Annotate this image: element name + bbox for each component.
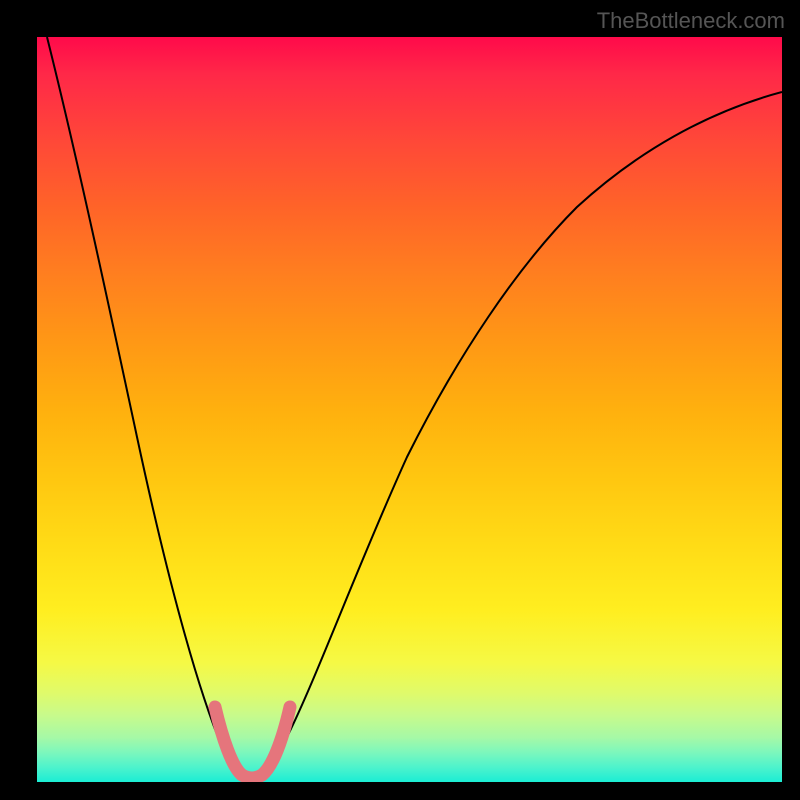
bottleneck-curve [47, 37, 782, 779]
chart-area [37, 37, 782, 782]
optimal-zone-marker [215, 707, 290, 778]
watermark: TheBottleneck.com [597, 8, 785, 34]
chart-svg [37, 37, 782, 782]
